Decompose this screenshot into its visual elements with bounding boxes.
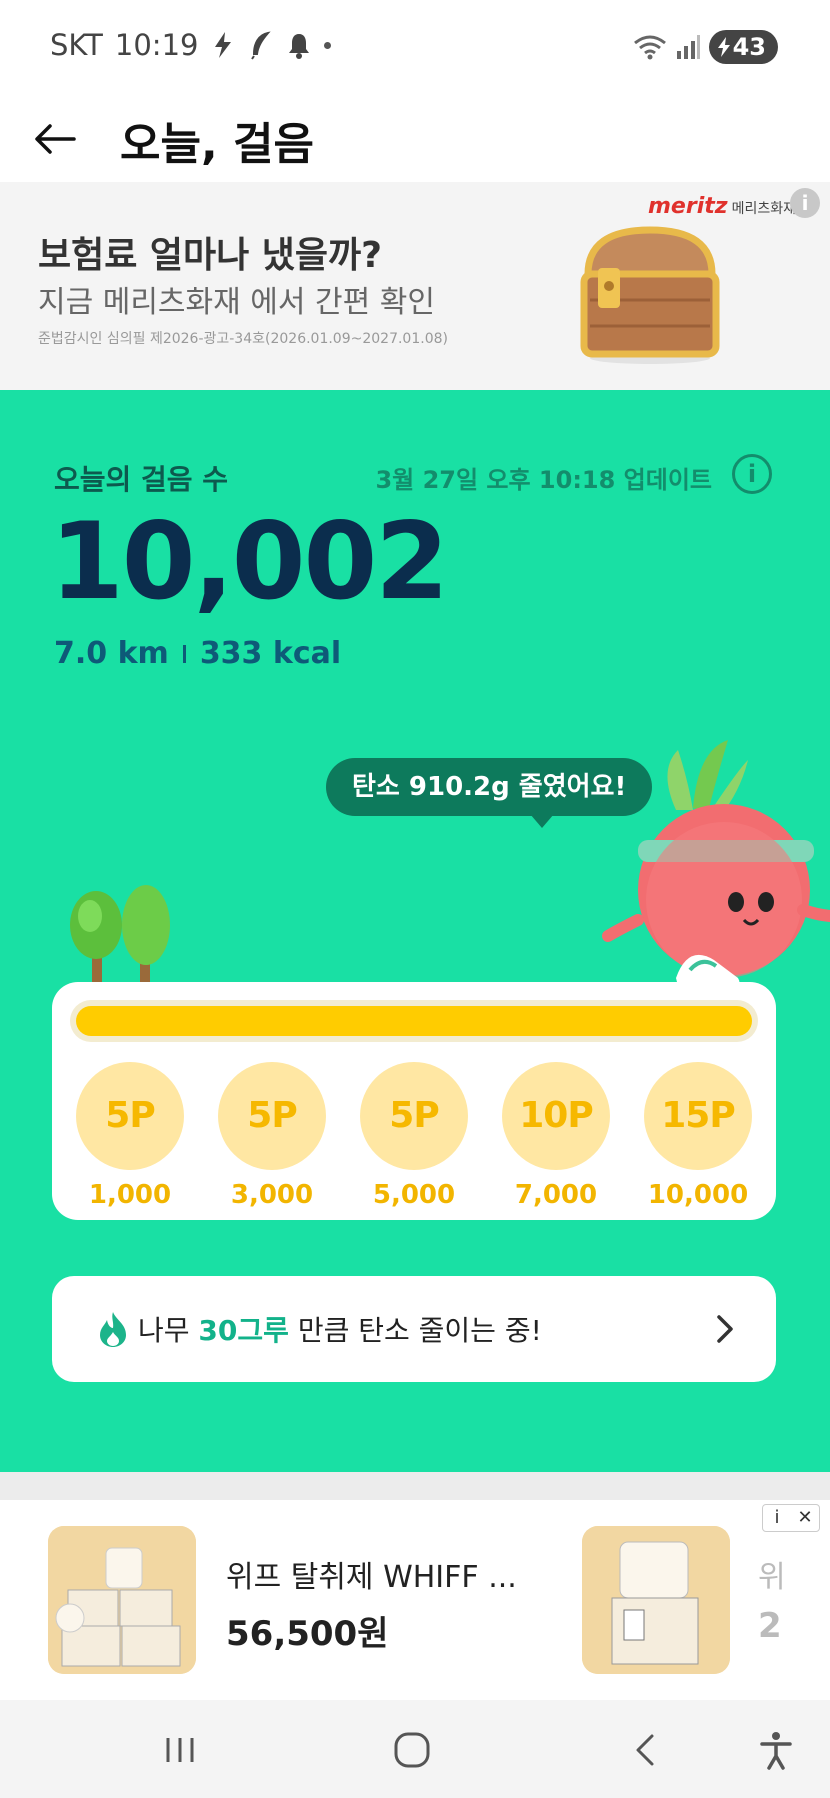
system-nav-bar: [0, 1700, 830, 1798]
wifi-icon: [633, 35, 666, 60]
signal-icon: [676, 35, 700, 59]
milestone-steps: 3,000: [230, 1180, 314, 1210]
ad-headline: 보험료 얼마나 냈을까?: [38, 235, 383, 276]
milestone-points: 5P: [360, 1062, 468, 1170]
milestone-3000[interactable]: 5P 3,000: [216, 1062, 328, 1210]
speech-bubble-tail: [530, 814, 554, 828]
milestone-1000[interactable]: 5P 1,000: [74, 1062, 186, 1210]
milestone-points: 5P: [218, 1062, 326, 1170]
charging-icon: [717, 37, 730, 57]
product-image[interactable]: [48, 1526, 196, 1674]
ad-controls: i ✕: [762, 1504, 820, 1532]
ad-choices-icon[interactable]: i: [763, 1505, 791, 1531]
accessibility-icon[interactable]: [756, 1730, 796, 1770]
back-nav-icon[interactable]: [626, 1730, 666, 1770]
section-divider: [0, 1472, 830, 1500]
calories-value: 333 kcal: [199, 636, 342, 671]
bolt-icon: [215, 32, 232, 58]
product-image-2[interactable]: [582, 1526, 730, 1674]
divider: [182, 644, 186, 663]
milestone-steps: 7,000: [514, 1180, 598, 1210]
distance-calories-row: 7.0 km 333 kcal: [54, 636, 341, 671]
clock: 10:19: [114, 28, 199, 62]
progress-track: [70, 1000, 758, 1042]
milestone-steps: 1,000: [88, 1180, 172, 1210]
ad-close-icon[interactable]: ✕: [791, 1505, 819, 1531]
product-name-2[interactable]: 위: [758, 1552, 788, 1596]
banner-text: 나무 30그루 만큼 탄소 줄이는 중!: [138, 1309, 542, 1349]
flame-icon: [100, 1312, 126, 1347]
product-ad-carousel[interactable]: 위프 탈취제 WHIFF ... 56,500원 위 2 i ✕: [0, 1500, 830, 1700]
steps-label: 오늘의 걸음 수: [54, 463, 229, 496]
milestone-points: 10P: [502, 1062, 610, 1170]
page-title: 오늘, 걸음: [120, 119, 314, 170]
feather-icon: [251, 31, 272, 60]
chevron-right-icon: [717, 1315, 733, 1343]
progress-card: 5P 1,000 5P 3,000 5P 5,000 10P 7,000 15P…: [52, 982, 776, 1220]
trees-illustration: [70, 885, 170, 990]
home-icon[interactable]: [392, 1730, 432, 1770]
status-bar: SKT 10:19 43: [0, 0, 830, 96]
recent-apps-icon[interactable]: [160, 1730, 200, 1770]
info-icon[interactable]: i: [732, 454, 772, 494]
status-left: SKT 10:19: [50, 28, 332, 62]
milestone-steps: 5,000: [372, 1180, 456, 1210]
milestone-10000[interactable]: 15P 10,000: [642, 1062, 754, 1210]
status-right: 43: [633, 30, 778, 64]
notification-dot: [324, 41, 332, 49]
carrier: SKT: [50, 28, 103, 62]
banner-prefix: 나무: [138, 1314, 199, 1347]
product-price-2: 2: [758, 1606, 782, 1646]
back-arrow-icon[interactable]: [30, 114, 80, 164]
milestone-steps: 10,000: [647, 1180, 749, 1210]
progress-fill: [76, 1006, 752, 1036]
app-header: 오늘, 걸음: [0, 96, 830, 184]
milestone-points: 5P: [76, 1062, 184, 1170]
steps-section: 오늘의 걸음 수 3월 27일 오후 10:18 업데이트 i 10,002 7…: [0, 390, 830, 1472]
ad-fine-print: 준법감시인 심의필 제2026-광고-34호(2026.01.09~2027.0…: [38, 331, 448, 347]
milestone-points: 15P: [644, 1062, 752, 1170]
battery-level: 43: [732, 33, 766, 61]
product-name[interactable]: 위프 탈취제 WHIFF ...: [226, 1552, 517, 1596]
milestone-5000[interactable]: 5P 5,000: [358, 1062, 470, 1210]
tree-carbon-banner[interactable]: 나무 30그루 만큼 탄소 줄이는 중!: [52, 1276, 776, 1382]
distance-value: 7.0 km: [54, 636, 169, 671]
milestone-7000[interactable]: 10P 7,000: [500, 1062, 612, 1210]
tree-count: 30그루: [198, 1314, 289, 1347]
bell-icon: [289, 34, 310, 59]
steps-count: 10,002: [50, 500, 449, 623]
banner-suffix: 만큼 탄소 줄이는 중!: [288, 1314, 542, 1347]
ad-subtext: 지금 메리츠화재 에서 간편 확인: [38, 285, 435, 320]
treasure-chest-image: [580, 226, 720, 364]
whiff-product-image-2: [582, 1526, 730, 1674]
insurance-ad-banner[interactable]: 보험료 얼마나 냈을까? 지금 메리츠화재 에서 간편 확인 준법감시인 심의필…: [0, 182, 830, 390]
update-timestamp: 3월 27일 오후 10:18 업데이트: [375, 466, 712, 494]
whiff-product-image: [48, 1526, 196, 1674]
ad-info-icon[interactable]: i: [790, 188, 820, 218]
milestone-list: 5P 1,000 5P 3,000 5P 5,000 10P 7,000 15P…: [74, 1062, 754, 1210]
battery-indicator: 43: [708, 30, 778, 64]
product-price: 56,500원: [226, 1614, 389, 1654]
brand-sub: 메리츠화재: [731, 201, 796, 217]
